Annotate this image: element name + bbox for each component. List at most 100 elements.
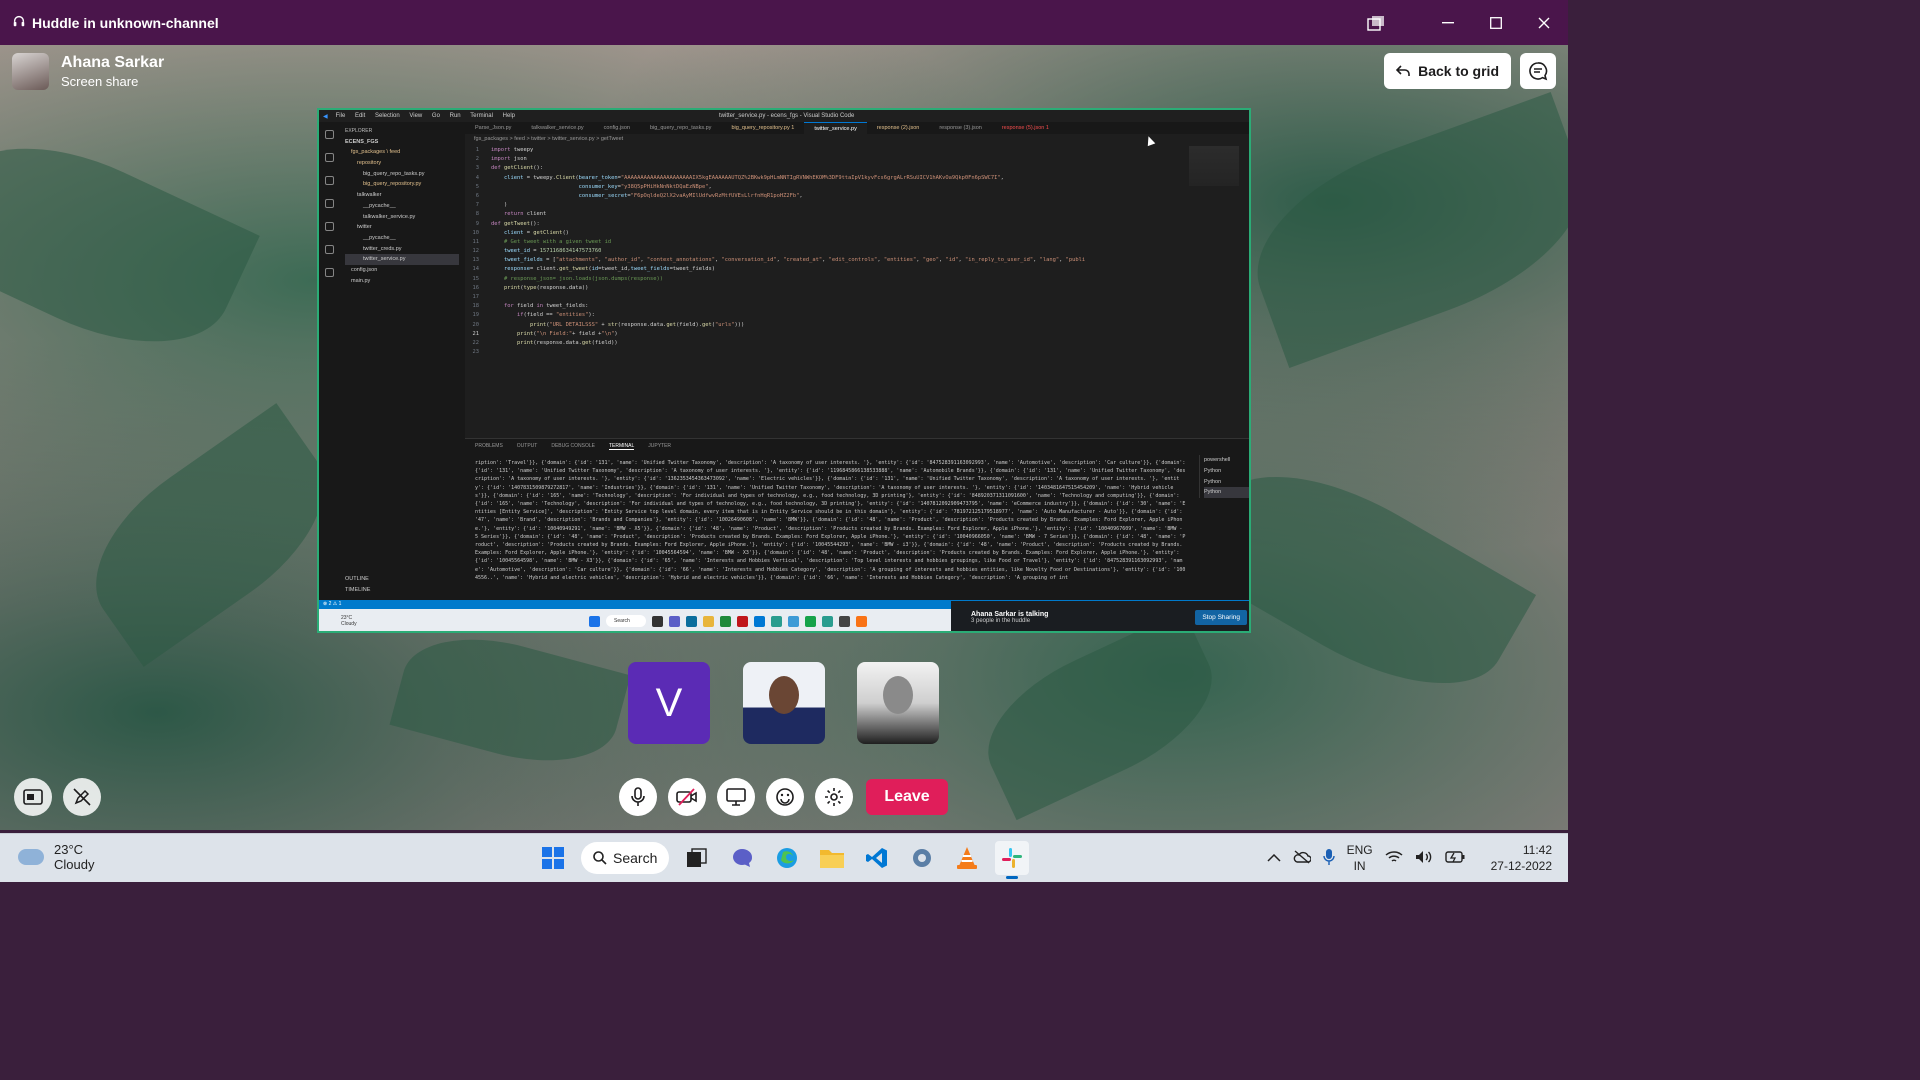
task-view-button[interactable] — [680, 841, 714, 875]
vlc-button[interactable] — [950, 841, 984, 875]
participant-tile[interactable] — [743, 662, 825, 744]
share-screen-button[interactable] — [717, 778, 755, 816]
editor-tab[interactable]: response (3).json — [929, 122, 992, 134]
menu-item[interactable]: Selection — [375, 113, 400, 119]
explorer-item[interactable]: big_query_repo_tasks.py — [345, 169, 459, 180]
minimap[interactable] — [1189, 146, 1239, 186]
explorer-item[interactable]: __pycache__ — [345, 233, 459, 244]
explorer-item[interactable]: talkwalker — [345, 190, 459, 201]
menu-item[interactable]: Edit — [355, 113, 365, 119]
huddle-stage: Ahana Sarkar Screen share Back to grid ◀… — [0, 45, 1568, 830]
outline-section[interactable]: OUTLINE — [345, 574, 370, 585]
weather-widget[interactable]: 23°C Cloudy — [18, 842, 94, 872]
wifi-icon[interactable] — [1385, 850, 1403, 867]
leave-button[interactable]: Leave — [866, 779, 948, 815]
title-bar: Huddle in unknown-channel — [0, 0, 1568, 45]
battery-icon[interactable] — [1444, 850, 1465, 866]
terminal-list: powershell Python Python Python — [1199, 455, 1249, 499]
start-button[interactable] — [536, 841, 570, 875]
vscode-explorer: EXPLORER ECENS_FGS fgs_packages \ feed r… — [339, 122, 465, 600]
language-indicator[interactable]: ENG IN — [1347, 842, 1373, 874]
editor-tab[interactable]: talkwalker_service.py — [521, 122, 593, 134]
participant-tile[interactable] — [857, 662, 939, 744]
menu-item[interactable]: Go — [432, 113, 440, 119]
terminal-output[interactable]: ription': 'Travel'}}, {'domain': {'id': … — [475, 459, 1187, 599]
editor-tab[interactable]: config.json — [594, 122, 640, 134]
popout-icon[interactable] — [1352, 0, 1400, 45]
chevron-up-icon[interactable] — [1267, 851, 1281, 865]
editor-tab[interactable]: response (2).json — [867, 122, 930, 134]
timeline-section[interactable]: TIMELINE — [345, 585, 370, 596]
draw-toggle-button[interactable] — [63, 778, 101, 816]
editor-tab[interactable]: response (5).json 1 — [992, 122, 1059, 134]
explorer-item[interactable]: config.json — [345, 265, 459, 276]
slack-button[interactable] — [995, 841, 1029, 879]
file-explorer-button[interactable] — [815, 841, 849, 875]
excel-icon — [720, 615, 731, 627]
menu-item[interactable]: Help — [503, 113, 515, 119]
close-button[interactable] — [1520, 0, 1568, 45]
terminal-instance[interactable]: Python — [1204, 466, 1249, 477]
panel-tab[interactable]: PROBLEMS — [475, 443, 503, 450]
panel-tab-active[interactable]: TERMINAL — [608, 443, 635, 450]
terminal-instance[interactable]: Python — [1204, 487, 1249, 499]
explorer-item[interactable]: twitter_creds.py — [345, 244, 459, 255]
video-off-icon — [676, 788, 697, 806]
panel-tab[interactable]: DEBUG CONSOLE — [551, 443, 595, 450]
panel-tab[interactable]: OUTPUT — [517, 443, 538, 450]
back-to-grid-button[interactable]: Back to grid — [1384, 53, 1511, 89]
shared-weather-condition: Cloudy — [341, 621, 357, 627]
explorer-item[interactable]: repository — [345, 158, 459, 169]
participant-tile[interactable]: V — [628, 662, 710, 744]
shared-screen[interactable]: ◀ File Edit Selection View Go Run Termin… — [317, 108, 1251, 633]
editor-tab[interactable]: big_query_repository.py 1 — [721, 122, 804, 134]
files-icon[interactable] — [324, 130, 334, 139]
settings-app-button[interactable] — [905, 841, 939, 875]
shared-search-box: Search — [606, 615, 646, 627]
editor-tab[interactable]: Parse_Json.py — [465, 122, 521, 134]
editor-tab[interactable]: big_query_repo_tasks.py — [640, 122, 721, 134]
mic-button[interactable] — [619, 778, 657, 816]
settings-button[interactable] — [815, 778, 853, 816]
stop-sharing-button[interactable]: Stop Sharing — [1195, 610, 1247, 625]
vscode-button[interactable] — [860, 841, 894, 875]
terminal-instance[interactable]: Python — [1204, 477, 1249, 488]
volume-icon[interactable] — [1415, 850, 1433, 867]
microphone-tray-icon[interactable] — [1322, 848, 1335, 869]
terminal-instance[interactable]: powershell — [1204, 455, 1249, 466]
editor-tab-active[interactable]: twitter_service.py — [804, 122, 867, 134]
explorer-item[interactable]: talkwalker_service.py — [345, 212, 459, 223]
testing-icon[interactable] — [324, 245, 334, 254]
teams-chat-button[interactable] — [725, 841, 759, 875]
onedrive-icon[interactable] — [1293, 849, 1312, 867]
explorer-item[interactable]: ECENS_FGS — [345, 137, 459, 148]
chat-icon — [1529, 62, 1548, 81]
extensions-icon[interactable] — [324, 222, 334, 231]
explorer-item[interactable]: main.py — [345, 276, 459, 287]
explorer-item[interactable]: __pycache__ — [345, 201, 459, 212]
edge-button[interactable] — [770, 841, 804, 875]
reactions-button[interactable] — [766, 778, 804, 816]
gear-icon — [913, 849, 931, 867]
clock[interactable]: 11:42 27-12-2022 — [1491, 842, 1552, 874]
maximize-button[interactable] — [1472, 0, 1520, 45]
explorer-item[interactable]: fgs_packages \ feed — [345, 147, 459, 158]
explorer-item[interactable]: twitter_service.py — [345, 254, 459, 265]
menu-item[interactable]: Terminal — [470, 113, 493, 119]
layout-toggle-button[interactable] — [14, 778, 52, 816]
taskbar-search[interactable]: Search — [581, 842, 669, 874]
menu-item[interactable]: View — [409, 113, 422, 119]
source-control-icon[interactable] — [324, 176, 334, 185]
search-icon[interactable] — [324, 153, 334, 162]
menu-item[interactable]: File — [336, 113, 346, 119]
minimize-button[interactable] — [1424, 0, 1472, 45]
thread-button[interactable] — [1520, 53, 1556, 89]
explorer-item[interactable]: big_query_repository.py — [345, 179, 459, 190]
panel-tab[interactable]: JUPYTER — [648, 443, 671, 450]
code-editor[interactable]: 1 import tweepy 2 import json 3 def getClie… — [465, 146, 1185, 436]
run-debug-icon[interactable] — [324, 199, 334, 208]
video-button[interactable] — [668, 778, 706, 816]
docker-icon[interactable] — [324, 268, 334, 277]
explorer-item[interactable]: twitter — [345, 222, 459, 233]
menu-item[interactable]: Run — [450, 113, 461, 119]
